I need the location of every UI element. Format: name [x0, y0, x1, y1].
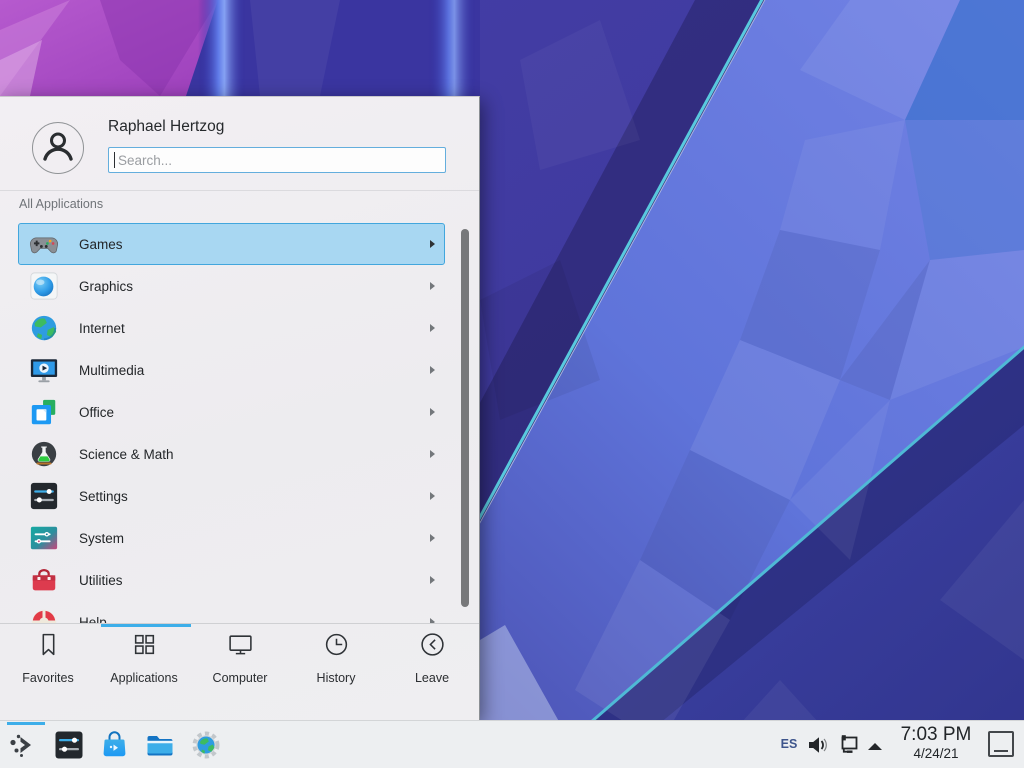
volume-icon[interactable] — [806, 733, 830, 757]
bookmark-icon — [35, 631, 62, 663]
category-science-math[interactable]: Science & Math — [18, 433, 445, 475]
header-separator — [0, 190, 479, 191]
tab-applications[interactable]: Applications — [96, 631, 192, 685]
text-caret — [114, 152, 115, 168]
tab-favorites[interactable]: Favorites — [0, 631, 96, 685]
system-settings-button[interactable] — [54, 730, 84, 760]
digital-clock[interactable]: 7:03 PM 4/24/21 — [891, 724, 981, 761]
clock-date: 4/24/21 — [891, 746, 981, 761]
section-label: All Applications — [19, 197, 103, 211]
submenu-arrow-icon — [430, 576, 435, 584]
tab-history[interactable]: History — [288, 631, 384, 685]
help-lifering-icon — [29, 607, 59, 623]
tab-computer[interactable]: Computer — [192, 631, 288, 685]
blue-folder-icon — [145, 730, 175, 760]
active-tab-indicator — [101, 624, 191, 627]
discover-bag-icon — [100, 730, 130, 760]
category-list: Games Graphics — [18, 223, 445, 623]
multimedia-screen-icon — [29, 355, 59, 385]
globe-gear-icon — [191, 730, 221, 760]
application-launcher-button[interactable] — [8, 730, 38, 760]
submenu-arrow-icon — [430, 324, 435, 332]
settings-sliders-icon — [54, 730, 84, 760]
science-flask-icon — [29, 439, 59, 469]
taskbar-panel: ES 7:03 PM 4/24/21 — [0, 720, 1024, 768]
expand-panel-arrow-icon[interactable] — [866, 739, 884, 751]
submenu-arrow-icon — [430, 282, 435, 290]
category-games[interactable]: Games — [18, 223, 445, 265]
category-utilities[interactable]: Utilities — [18, 559, 445, 601]
desktop: Raphael Hertzog All Applications — [0, 0, 1024, 768]
web-browser-button[interactable] — [191, 730, 221, 760]
category-office[interactable]: Office — [18, 391, 445, 433]
wired-network-icon[interactable] — [836, 732, 862, 758]
graphics-sphere-icon — [29, 271, 59, 301]
category-multimedia[interactable]: Multimedia — [18, 349, 445, 391]
kickoff-icon — [8, 730, 38, 760]
user-avatar-icon — [32, 122, 84, 174]
settings-sliders-icon — [29, 481, 59, 511]
show-desktop-line — [994, 750, 1008, 752]
category-help[interactable]: Help — [18, 601, 445, 623]
user-name: Raphael Hertzog — [108, 118, 224, 136]
monitor-icon — [227, 631, 254, 663]
search-input[interactable] — [108, 147, 446, 173]
globe-icon — [29, 313, 59, 343]
launcher-active-indicator — [7, 722, 45, 725]
submenu-arrow-icon — [430, 366, 435, 374]
show-desktop-button[interactable] — [988, 731, 1014, 757]
submenu-arrow-icon — [430, 450, 435, 458]
category-internet[interactable]: Internet — [18, 307, 445, 349]
submenu-arrow-icon — [430, 408, 435, 416]
list-scrollbar[interactable] — [461, 229, 469, 607]
leave-circle-icon — [419, 631, 446, 663]
utilities-toolbox-icon — [29, 565, 59, 595]
system-sliders-icon — [29, 523, 59, 553]
clock-time: 7:03 PM — [891, 724, 981, 746]
file-manager-button[interactable] — [145, 730, 175, 760]
category-system[interactable]: System — [18, 517, 445, 559]
office-documents-icon — [29, 397, 59, 427]
submenu-arrow-icon — [430, 492, 435, 500]
category-settings[interactable]: Settings — [18, 475, 445, 517]
category-graphics[interactable]: Graphics — [18, 265, 445, 307]
submenu-arrow-icon — [430, 534, 435, 542]
application-launcher-menu: Raphael Hertzog All Applications — [0, 96, 480, 720]
tab-leave[interactable]: Leave — [384, 631, 480, 685]
discover-button[interactable] — [100, 730, 130, 760]
keyboard-layout-indicator[interactable]: ES — [776, 721, 802, 768]
applications-grid-icon — [131, 631, 158, 663]
tabbar-separator — [0, 623, 479, 624]
submenu-arrow-icon — [430, 240, 435, 248]
clock-icon — [323, 631, 350, 663]
launcher-tabbar: Favorites Applications C — [0, 631, 480, 685]
gamepad-icon — [29, 229, 59, 259]
